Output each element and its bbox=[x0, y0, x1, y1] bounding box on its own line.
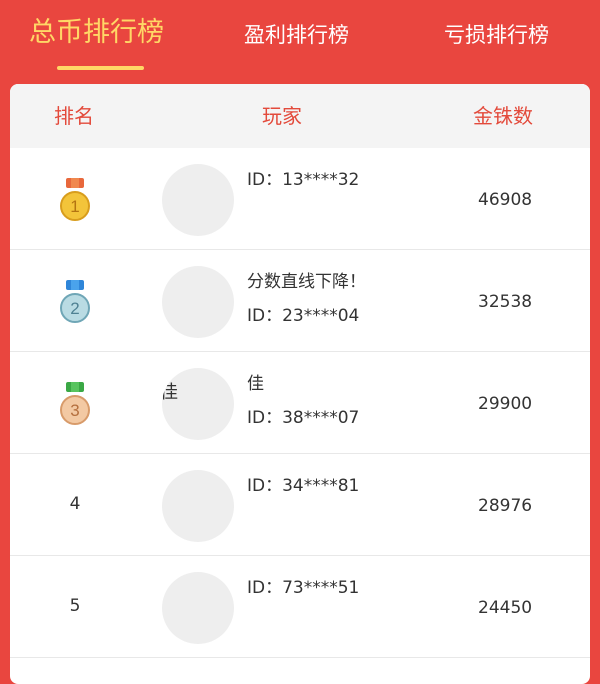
avatar[interactable] bbox=[162, 470, 234, 542]
silver-medal-icon: 2 bbox=[60, 280, 90, 323]
player-nickname: 佳 bbox=[247, 374, 264, 394]
active-tab-indicator bbox=[57, 66, 144, 70]
table-row[interactable]: 3 佳 佳 ID：38****07 29900 bbox=[10, 352, 590, 454]
medal-rank-label: 2 bbox=[70, 299, 79, 318]
player-nickname: 分数直线下降！ bbox=[247, 272, 366, 292]
table-row[interactable]: 1 ID：13****32 46908 bbox=[10, 148, 590, 250]
header-player: 玩家 bbox=[262, 104, 302, 128]
ranking-tabs: 总币排行榜 盈利排行榜 亏损排行榜 bbox=[0, 0, 600, 84]
avatar[interactable] bbox=[162, 266, 234, 338]
player-id: ID：23****04 bbox=[247, 306, 360, 326]
player-id: ID：34****81 bbox=[247, 476, 360, 496]
table-row[interactable]: 4 ID：34****81 28976 bbox=[10, 454, 590, 556]
header-rank: 排名 bbox=[54, 104, 94, 128]
table-row[interactable]: 5 ID：73****51 24450 bbox=[10, 556, 590, 658]
player-id: ID：13****32 bbox=[247, 170, 360, 190]
tab-profit-ranking[interactable]: 盈利排行榜 bbox=[244, 18, 349, 52]
coin-count: 29900 bbox=[478, 394, 533, 414]
avatar[interactable] bbox=[162, 572, 234, 644]
coin-count: 28976 bbox=[478, 496, 533, 516]
table-header: 排名 玩家 金铢数 bbox=[10, 84, 590, 148]
bronze-medal-icon: 3 bbox=[60, 382, 90, 425]
medal-rank-label: 3 bbox=[70, 401, 79, 420]
rank-number: 4 bbox=[69, 494, 81, 514]
avatar-text: 佳 bbox=[162, 382, 178, 403]
gold-medal-icon: 1 bbox=[60, 178, 90, 221]
avatar[interactable]: 佳 bbox=[162, 368, 234, 440]
table-row[interactable]: 2 分数直线下降！ ID：23****04 32538 bbox=[10, 250, 590, 352]
coin-count: 24450 bbox=[478, 598, 533, 618]
rank-number: 5 bbox=[69, 596, 81, 616]
coin-count: 46908 bbox=[478, 190, 533, 210]
coin-count: 32538 bbox=[478, 292, 533, 312]
header-coins: 金铢数 bbox=[473, 104, 533, 128]
ranking-card: 排名 玩家 金铢数 1 ID：13****32 46908 2 分数直线下降！ … bbox=[10, 84, 590, 684]
avatar[interactable] bbox=[162, 164, 234, 236]
medal-rank-label: 1 bbox=[70, 197, 79, 216]
tab-total-coins-ranking[interactable]: 总币排行榜 bbox=[29, 16, 164, 50]
tab-loss-ranking[interactable]: 亏损排行榜 bbox=[444, 18, 549, 52]
player-id: ID：38****07 bbox=[247, 408, 360, 428]
player-id: ID：73****51 bbox=[247, 578, 360, 598]
